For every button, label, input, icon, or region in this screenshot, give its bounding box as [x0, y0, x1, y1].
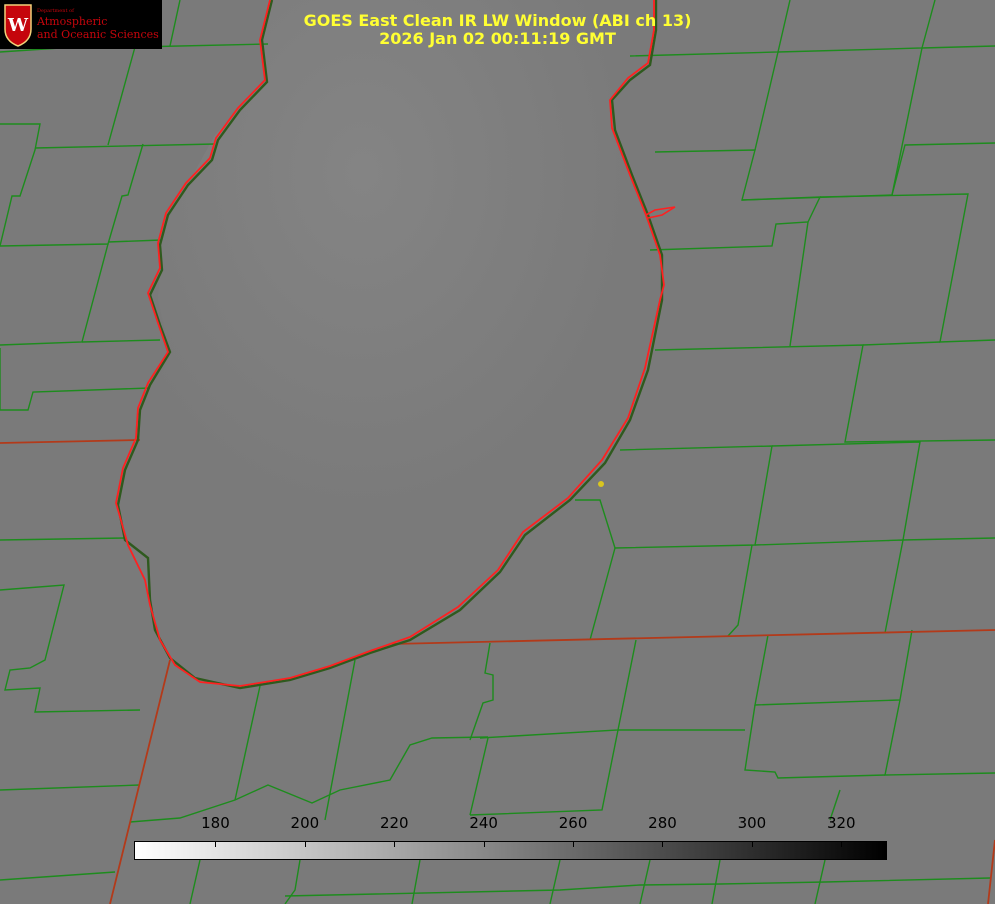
colorbar: 180 200 220 240 260 280 300 320: [134, 814, 887, 860]
colorbar-tick-mark: [841, 842, 843, 847]
logo-text: Department of Atmospheric and Oceanic Sc…: [37, 8, 159, 41]
colorbar-tick-mark: [483, 842, 485, 847]
crest-letter: W: [7, 15, 29, 36]
logo-dept: Department of: [37, 8, 74, 14]
colorbar-tick-label: 280: [648, 814, 677, 832]
colorbar-tick-label: 260: [558, 814, 588, 832]
logo-line-2: and Oceanic Sciences: [37, 28, 159, 41]
logo-line-1: Atmospheric: [37, 15, 108, 28]
colorbar-tick-mark: [662, 842, 664, 847]
colorbar-tick-label: 300: [737, 814, 767, 832]
colorbar-gradient: [134, 841, 887, 860]
uw-crest-icon: W: [4, 3, 32, 47]
colorbar-tick-label: 180: [201, 814, 230, 832]
satellite-map: [0, 0, 995, 904]
uw-aos-logo: W Department of Atmospheric and Oceanic …: [0, 0, 162, 49]
colorbar-tick-label: 240: [469, 814, 498, 832]
colorbar-tick-mark: [215, 842, 217, 847]
image-title: GOES East Clean IR LW Window (ABI ch 13): [303, 11, 692, 30]
colorbar-tick-label: 320: [826, 814, 856, 832]
image-timestamp: 2026 Jan 02 00:11:19 GMT: [379, 29, 616, 48]
colorbar-tick-mark: [304, 842, 306, 847]
colorbar-tick-mark: [394, 842, 396, 847]
colorbar-tick-mark: [751, 842, 753, 847]
colorbar-tick-mark: [573, 842, 575, 847]
colorbar-tick-label: 220: [379, 814, 409, 832]
station-marker: [598, 481, 604, 487]
colorbar-tick-label: 200: [290, 814, 320, 832]
